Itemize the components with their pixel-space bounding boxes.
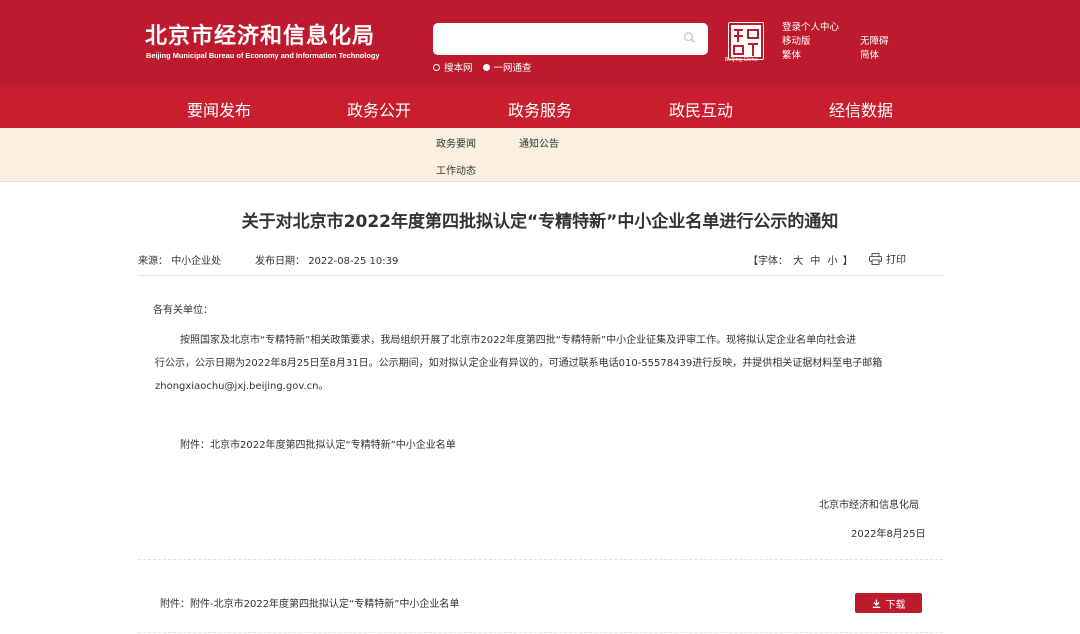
sub-nav: 政务要闻 通知公告 工作动态 <box>0 128 1080 182</box>
source-value: 中小企业处 <box>171 256 222 267</box>
font-small-button[interactable]: 小 <box>828 256 838 267</box>
attachment-divider-bottom <box>138 632 943 633</box>
font-close: 】 <box>842 256 853 267</box>
article-source: 来源： 中小企业处 <box>138 252 221 267</box>
font-medium-button[interactable]: 中 <box>810 256 820 267</box>
font-large-button[interactable]: 大 <box>793 256 803 267</box>
article-date: 发布日期： 2022-08-25 10:39 <box>255 252 398 267</box>
radio-search-all[interactable]: 一网通查 <box>482 60 532 74</box>
subnav-government-news[interactable]: 政务要闻 <box>436 135 476 150</box>
search-input[interactable] <box>433 23 708 55</box>
login-link[interactable]: 登录个人中心 <box>782 21 839 35</box>
seal-caption: Beijing·China <box>725 57 758 63</box>
download-button[interactable]: 下载 <box>855 593 922 613</box>
source-label: 来源： <box>138 256 168 267</box>
nav-data[interactable]: 经信数据 <box>829 97 893 121</box>
download-icon <box>872 599 880 608</box>
print-button[interactable]: 打印 <box>869 251 906 266</box>
search-scope-radios: 搜本网 一网通查 <box>433 60 532 74</box>
simplified-link[interactable]: 简体 <box>860 49 889 63</box>
download-label: 下载 <box>885 599 906 611</box>
printer-icon <box>869 252 882 265</box>
attachment-link[interactable]: 附件：附件-北京市2022年度第四批拟认定“专精特新”中小企业名单 <box>160 595 459 610</box>
main-nav: 要闻发布 政务公开 政务服务 政民互动 经信数据 <box>0 87 1080 133</box>
paragraph-line-3: zhongxiaochu@jxj.beijing.gov.cn。 <box>155 381 329 392</box>
meta-divider <box>138 275 943 276</box>
attachment-text[interactable]: 附件：北京市2022年度第四批拟认定“专精特新”中小企业名单 <box>180 436 456 451</box>
site-header: 北京市经济和信息化局 Beijing Municipal Bureau of E… <box>0 0 1080 87</box>
site-title-cn[interactable]: 北京市经济和信息化局 <box>145 18 375 50</box>
subnav-work-updates[interactable]: 工作动态 <box>436 162 476 177</box>
traditional-link[interactable]: 繁体 <box>782 49 839 63</box>
nav-news[interactable]: 要闻发布 <box>184 97 254 133</box>
article-title: 关于对北京市2022年度第四批拟认定“专精特新”中小企业名单进行公示的通知 <box>241 212 839 232</box>
search-icon[interactable] <box>683 31 696 44</box>
top-links-right: 无障碍 简体 <box>860 35 889 63</box>
salutation: 各有关单位： <box>153 305 213 316</box>
radio-label: 一网通查 <box>493 63 532 74</box>
attachment-divider-top <box>138 559 943 560</box>
sign-date: 2022年8月25日 <box>851 529 926 540</box>
nav-services[interactable]: 政务服务 <box>508 97 572 121</box>
paragraph-line-1: 按照国家及北京市“专精特新”相关政策要求，我局组织开展了北京市2022年度第四批… <box>180 335 857 346</box>
nav-government-affairs[interactable]: 政务公开 <box>347 97 411 121</box>
radio-search-site[interactable]: 搜本网 <box>433 60 473 74</box>
seal-logo-icon <box>728 22 764 60</box>
subnav-notices[interactable]: 通知公告 <box>519 135 559 150</box>
top-links-left: 登录个人中心 移动版 繁体 <box>782 21 839 63</box>
radio-label: 搜本网 <box>444 63 473 74</box>
font-size-control: 【字体： 大 中 小 】 <box>748 252 853 267</box>
nav-interaction[interactable]: 政民互动 <box>669 97 733 121</box>
mobile-link[interactable]: 移动版 <box>782 35 839 49</box>
site-title-en: Beijing Municipal Bureau of Economy and … <box>146 51 380 60</box>
signature: 北京市经济和信息化局 <box>819 500 919 511</box>
radio-dot-icon[interactable] <box>433 63 440 71</box>
date-label: 发布日期： <box>255 256 305 267</box>
print-label: 打印 <box>886 255 906 266</box>
paragraph-line-2: 行公示，公示日期为2022年8月25日至8月31日。公示期间，如对拟认定企业有异… <box>155 358 883 369</box>
accessibility-link[interactable]: 无障碍 <box>860 35 889 49</box>
date-value: 2022-08-25 10:39 <box>308 256 399 267</box>
font-label: 【字体： <box>748 256 788 267</box>
radio-dot-icon[interactable] <box>482 63 490 71</box>
